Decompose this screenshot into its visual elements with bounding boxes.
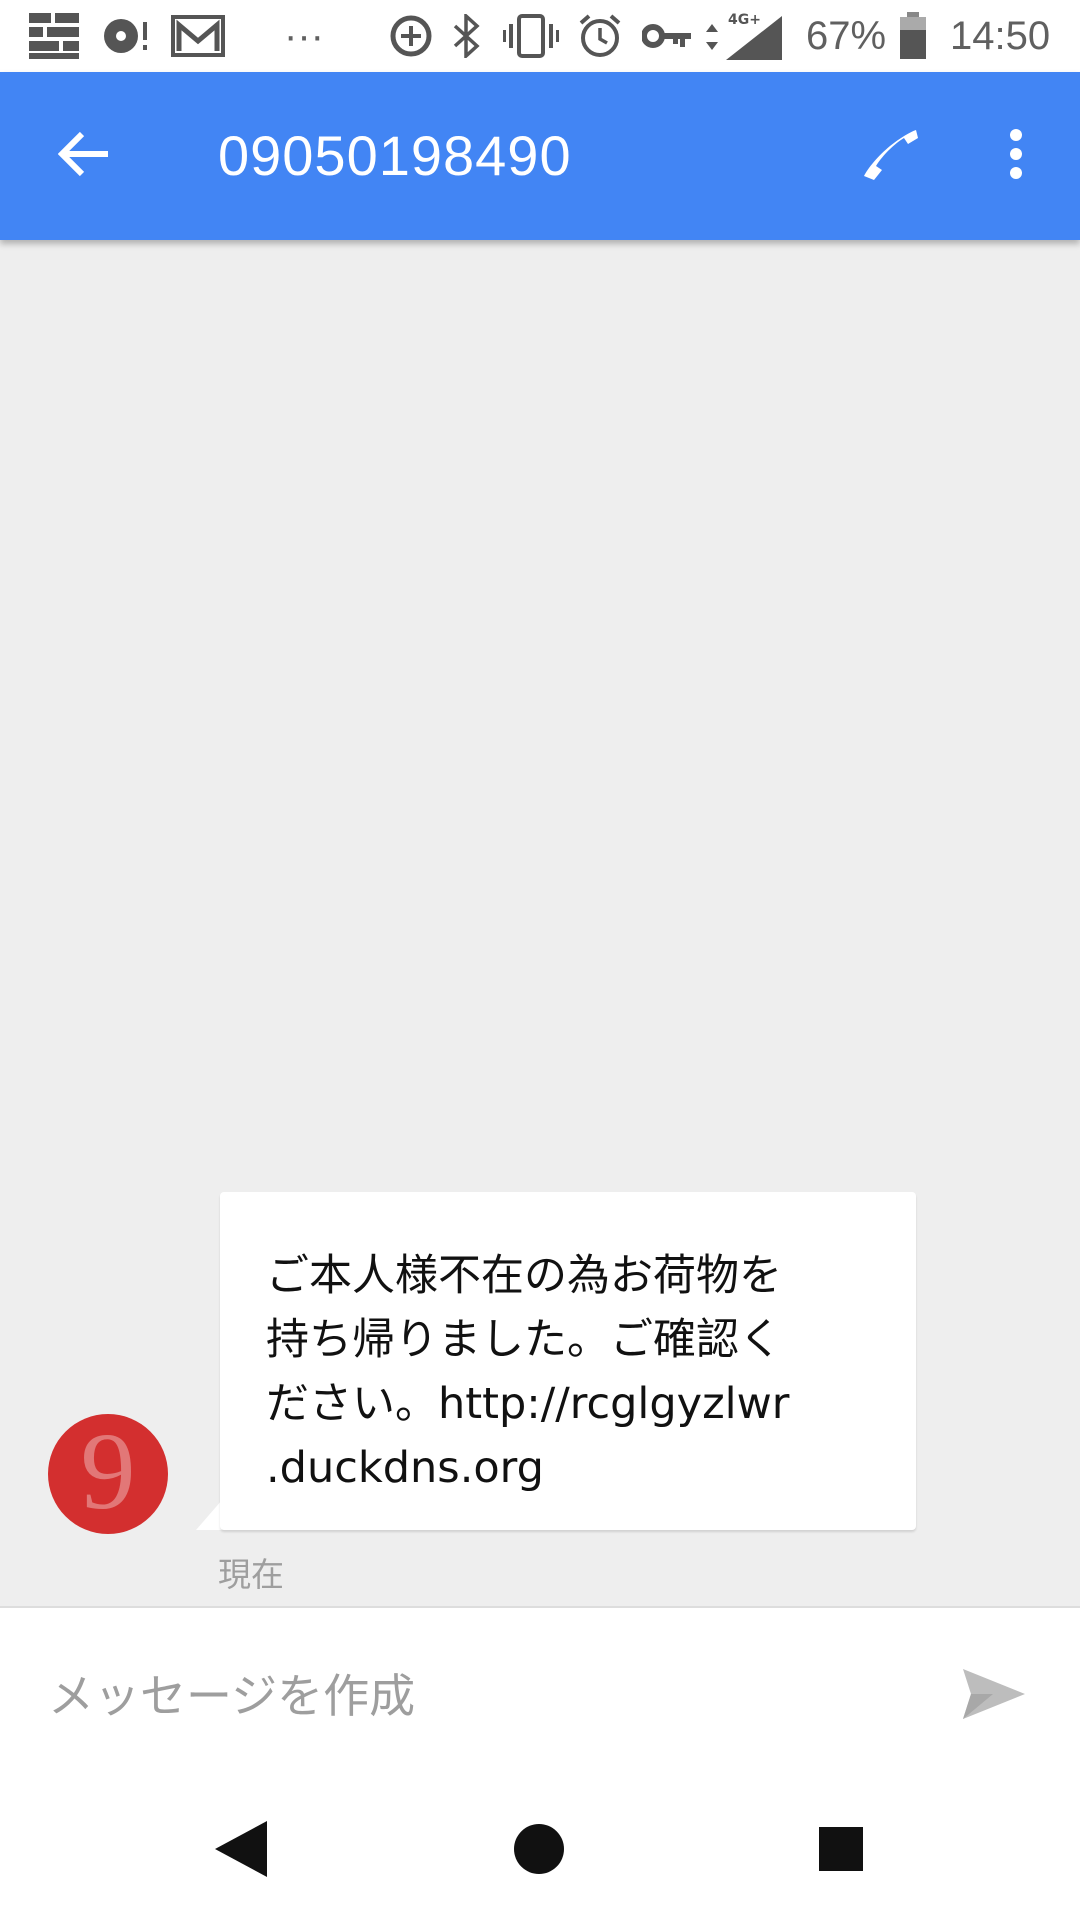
more-vert-icon	[1008, 129, 1024, 183]
battery-icon	[898, 10, 928, 62]
back-button[interactable]	[40, 116, 128, 196]
status-bar: ··· 4G+ 67% 14:50	[0, 0, 1080, 72]
nav-back-button[interactable]	[206, 1816, 276, 1886]
message-timestamp: 現在	[218, 1555, 284, 1594]
message-text[interactable]: ご本人様不在の為お荷物を 持ち帰りました。ご確認く ださい。http://rcg…	[266, 1244, 872, 1500]
battery-percent: 67%	[806, 14, 887, 58]
message-bubble[interactable]: ご本人様不在の為お荷物を 持ち帰りました。ご確認く ださい。http://rcg…	[220, 1192, 916, 1530]
data-saver-icon	[388, 10, 434, 62]
call-button[interactable]	[848, 116, 932, 196]
avatar-letter: 9	[80, 1414, 136, 1532]
contact-title: 09050198490	[218, 124, 572, 187]
signal-icon: 4G+	[706, 10, 784, 62]
nav-home-icon	[513, 1823, 565, 1879]
bubble-tail	[196, 1500, 222, 1530]
avatar[interactable]: 9	[48, 1414, 168, 1534]
svg-text:4G+: 4G+	[728, 12, 761, 28]
nav-recents-icon	[818, 1826, 864, 1876]
alarm-icon	[576, 10, 624, 62]
phone-icon	[860, 126, 920, 186]
vpn-key-icon	[642, 10, 692, 62]
app-bar: 09050198490	[0, 72, 1080, 240]
vibrate-icon	[502, 10, 560, 62]
message-input[interactable]	[48, 1656, 908, 1736]
compose-bar	[0, 1606, 1080, 1784]
nav-recents-button[interactable]	[806, 1816, 876, 1886]
overflow-notifications: ···	[284, 14, 324, 58]
gmail-icon	[170, 10, 226, 62]
arrow-back-icon	[57, 131, 110, 181]
media-notification-icon	[102, 10, 150, 62]
nav-home-button[interactable]	[504, 1816, 574, 1886]
grid-app-icon	[26, 10, 82, 62]
send-icon	[963, 1669, 1025, 1723]
nav-back-icon	[213, 1819, 269, 1883]
bluetooth-icon	[448, 10, 484, 62]
more-options-button[interactable]	[986, 116, 1046, 196]
navigation-bar	[0, 1782, 1080, 1920]
send-button[interactable]	[958, 1660, 1030, 1732]
clock: 14:50	[950, 14, 1051, 58]
